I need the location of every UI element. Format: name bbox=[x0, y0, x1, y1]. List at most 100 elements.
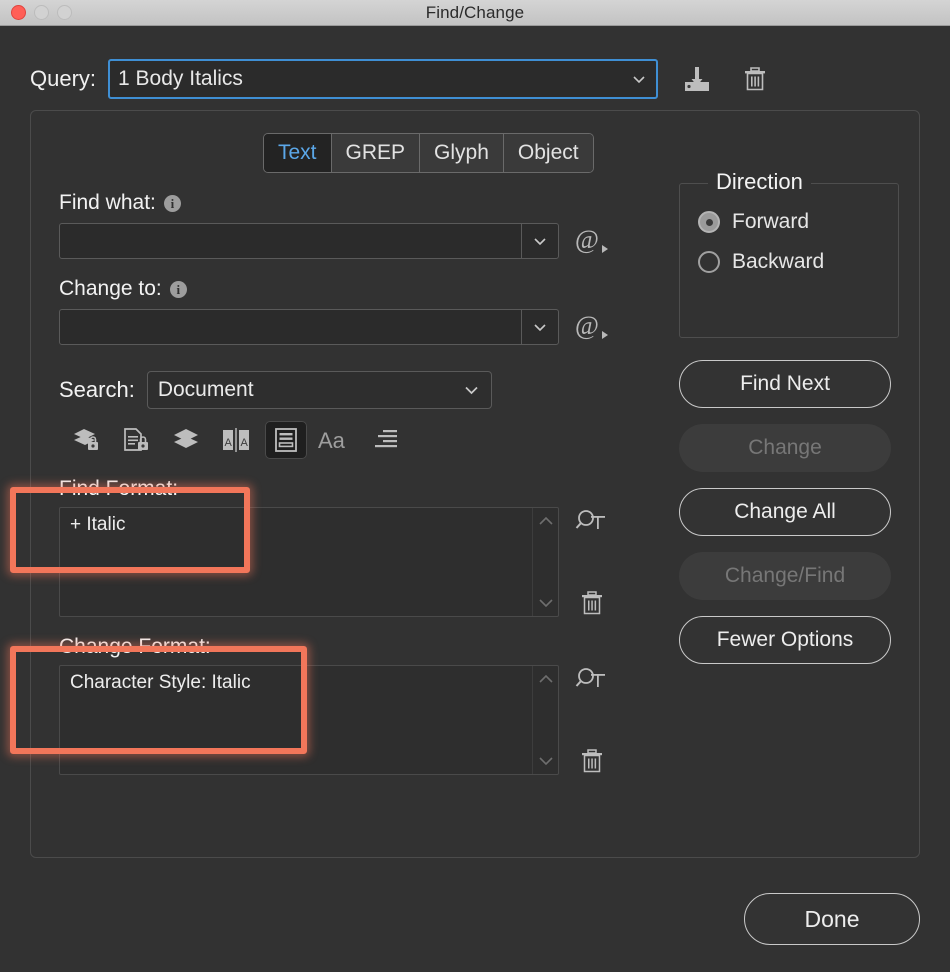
chevron-down-icon[interactable] bbox=[533, 320, 547, 334]
radio-forward-indicator[interactable] bbox=[698, 211, 720, 233]
tab-grep[interactable]: GREP bbox=[331, 134, 421, 172]
window-title: Find/Change bbox=[425, 2, 525, 22]
actions-column: Direction Forward Backward Find Next Cha… bbox=[679, 169, 899, 664]
search-options-toolbar: A A Aa bbox=[65, 421, 619, 459]
fewer-options-button[interactable]: Fewer Options bbox=[679, 616, 891, 664]
tab-grep-label: GREP bbox=[345, 141, 406, 164]
svg-text:A: A bbox=[225, 437, 233, 449]
change-to-row: @ bbox=[59, 309, 619, 345]
fewer-options-label: Fewer Options bbox=[716, 628, 854, 651]
direction-legend: Direction bbox=[708, 169, 811, 195]
include-master-pages-icon[interactable]: A A bbox=[215, 421, 257, 459]
traffic-lights bbox=[11, 5, 72, 20]
change-format-value: Character Style: Italic bbox=[70, 672, 251, 693]
chevron-down-icon[interactable] bbox=[533, 234, 547, 248]
specify-attributes-to-find-icon[interactable] bbox=[575, 507, 609, 537]
tab-text-label: Text bbox=[278, 141, 317, 164]
save-query-icon[interactable] bbox=[680, 62, 714, 96]
chevron-up-icon[interactable] bbox=[539, 516, 553, 526]
combo-divider bbox=[521, 224, 522, 258]
at-symbol-icon[interactable]: @ bbox=[575, 224, 611, 258]
query-select[interactable]: 1 Body Italics bbox=[108, 59, 659, 99]
minimize-button[interactable] bbox=[34, 5, 49, 20]
change-to-label: Change to: bbox=[59, 277, 162, 300]
chevron-down-icon[interactable] bbox=[539, 756, 553, 766]
search-mode-tabs: Text GREP Glyph Object bbox=[263, 133, 594, 173]
include-hidden-layers-icon[interactable] bbox=[165, 421, 207, 459]
find-format-title: Find Format: bbox=[59, 477, 179, 500]
find-what-row: @ bbox=[59, 223, 619, 259]
svg-text:@: @ bbox=[575, 311, 599, 340]
svg-text:@: @ bbox=[575, 225, 599, 254]
change-format-title: Change Format: bbox=[59, 635, 211, 658]
chevron-down-icon[interactable] bbox=[539, 598, 553, 608]
change-find-button: Change/Find bbox=[679, 552, 891, 600]
tab-glyph[interactable]: Glyph bbox=[420, 134, 504, 172]
find-next-button[interactable]: Find Next bbox=[679, 360, 891, 408]
options-panel: Text GREP Glyph Object Find what: i @ Ch… bbox=[30, 110, 920, 858]
find-what-input[interactable] bbox=[59, 223, 559, 259]
change-label: Change bbox=[748, 436, 822, 459]
done-label: Done bbox=[804, 905, 860, 932]
tab-object-label: Object bbox=[517, 141, 579, 164]
tab-object[interactable]: Object bbox=[503, 134, 593, 172]
info-icon[interactable]: i bbox=[169, 280, 187, 298]
clear-change-format-icon[interactable] bbox=[579, 747, 605, 775]
specify-attributes-to-change-icon[interactable] bbox=[575, 665, 609, 695]
change-all-label: Change All bbox=[734, 500, 836, 523]
change-format-list[interactable]: Character Style: Italic bbox=[59, 665, 559, 775]
search-fields-column: Find what: i @ Change to: i @ Search: Do… bbox=[59, 191, 619, 775]
tab-text[interactable]: Text bbox=[264, 134, 332, 172]
chevron-down-icon bbox=[632, 72, 646, 86]
find-format-actions bbox=[575, 507, 609, 617]
change-button: Change bbox=[679, 424, 891, 472]
chevron-up-icon[interactable] bbox=[539, 674, 553, 684]
find-format-row: + Italic bbox=[59, 507, 619, 617]
change-format-actions bbox=[575, 665, 609, 775]
find-format-section: Find Format: + Italic bbox=[59, 477, 619, 617]
tab-glyph-label: Glyph bbox=[434, 141, 489, 164]
find-change-dialog: Query: 1 Body Italics Text GREP Glyph Ob… bbox=[0, 26, 950, 972]
maximize-button[interactable] bbox=[57, 5, 72, 20]
done-button[interactable]: Done bbox=[744, 893, 920, 945]
search-label: Search: bbox=[59, 377, 135, 402]
radio-backward[interactable]: Backward bbox=[698, 250, 898, 274]
window-titlebar: Find/Change bbox=[0, 0, 950, 26]
radio-forward-label: Forward bbox=[732, 210, 810, 233]
clear-find-format-icon[interactable] bbox=[579, 589, 605, 617]
direction-fieldset: Direction Forward Backward bbox=[679, 169, 899, 338]
whole-word-icon[interactable] bbox=[365, 421, 407, 459]
find-what-label-row: Find what: i bbox=[59, 191, 619, 215]
change-format-row: Character Style: Italic bbox=[59, 665, 619, 775]
find-format-list[interactable]: + Italic bbox=[59, 507, 559, 617]
radio-backward-label: Backward bbox=[732, 250, 825, 273]
change-format-scrollbar[interactable] bbox=[532, 666, 558, 774]
combo-divider bbox=[521, 310, 522, 344]
include-footnotes-icon[interactable] bbox=[265, 421, 307, 459]
find-what-label: Find what: bbox=[59, 191, 156, 214]
search-scope-row: Search: Document bbox=[59, 371, 619, 409]
find-next-label: Find Next bbox=[740, 372, 830, 395]
delete-query-icon[interactable] bbox=[738, 62, 772, 96]
change-to-label-row: Change to: i bbox=[59, 277, 619, 301]
radio-backward-indicator[interactable] bbox=[698, 251, 720, 273]
at-symbol-icon[interactable]: @ bbox=[575, 310, 611, 344]
change-format-section: Change Format: Character Style: Italic bbox=[59, 635, 619, 775]
find-format-scrollbar[interactable] bbox=[532, 508, 558, 616]
close-button[interactable] bbox=[11, 5, 26, 20]
search-scope-select[interactable]: Document bbox=[146, 371, 492, 409]
chevron-down-icon bbox=[464, 383, 479, 398]
find-format-value: + Italic bbox=[70, 514, 126, 535]
query-label: Query: bbox=[30, 66, 97, 91]
change-to-input[interactable] bbox=[59, 309, 559, 345]
svg-text:Aa: Aa bbox=[318, 428, 346, 453]
case-sensitive-icon[interactable]: Aa bbox=[315, 421, 357, 459]
query-value: 1 Body Italics bbox=[118, 67, 243, 90]
include-locked-stories-icon[interactable] bbox=[115, 421, 157, 459]
radio-forward[interactable]: Forward bbox=[698, 210, 898, 234]
include-locked-layers-icon[interactable] bbox=[65, 421, 107, 459]
info-icon[interactable]: i bbox=[163, 194, 181, 212]
search-scope-value: Document bbox=[157, 378, 254, 401]
change-find-label: Change/Find bbox=[724, 564, 846, 587]
change-all-button[interactable]: Change All bbox=[679, 488, 891, 536]
